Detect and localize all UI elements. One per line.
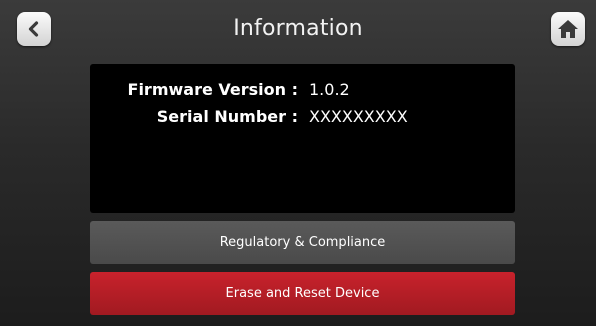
serial-number-value: XXXXXXXXX — [309, 107, 408, 126]
regulatory-compliance-label: Regulatory & Compliance — [219, 235, 386, 250]
firmware-version-label: Firmware Version : — [127, 80, 298, 99]
device-info-panel: Firmware Version : 1.0.2 Serial Number :… — [90, 64, 515, 213]
firmware-version-value: 1.0.2 — [309, 80, 350, 99]
home-button[interactable] — [551, 12, 585, 46]
home-icon — [558, 20, 578, 38]
page-title: Information — [233, 16, 363, 41]
bottom-edge — [0, 326, 596, 331]
regulatory-compliance-button[interactable]: Regulatory & Compliance — [90, 221, 515, 264]
serial-number-row: Serial Number : XXXXXXXXX — [90, 107, 515, 129]
firmware-version-row: Firmware Version : 1.0.2 — [90, 80, 515, 102]
erase-reset-device-button[interactable]: Erase and Reset Device — [90, 272, 515, 315]
information-screen: Information Firmware Version : 1.0.2 Ser… — [0, 0, 596, 331]
serial-number-label: Serial Number : — [156, 107, 298, 126]
erase-reset-device-label: Erase and Reset Device — [225, 286, 380, 301]
